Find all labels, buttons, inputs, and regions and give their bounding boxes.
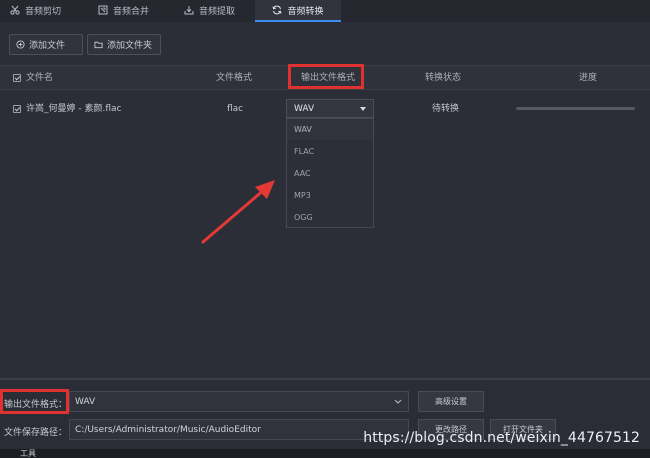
- progress-bar: [516, 107, 635, 110]
- option-mp3[interactable]: MP3: [287, 185, 373, 206]
- taskbar-label: 工具: [20, 449, 36, 458]
- caret-down-icon: [360, 106, 366, 111]
- convert-icon: [273, 5, 282, 15]
- select-all-checkbox[interactable]: [13, 74, 21, 82]
- tab-label: 音频合并: [113, 6, 150, 17]
- scissors-icon: [10, 5, 20, 15]
- option-wav[interactable]: WAV: [287, 119, 373, 140]
- bottom-output-format-select[interactable]: WAV: [69, 391, 409, 412]
- advanced-settings-button[interactable]: 高级设置: [418, 391, 484, 412]
- header-file-name: 文件名: [26, 73, 54, 83]
- output-format-dropdown: WAV FLAC AAC MP3 OGG: [286, 118, 374, 228]
- header-progress: 进度: [579, 73, 598, 83]
- watermark-text: https://blog.csdn.net/weixin_44767512: [363, 430, 640, 446]
- add-folder-label: 添加文件夹: [107, 41, 153, 51]
- highlight-box-output-format-label: [0, 389, 69, 414]
- highlight-box-output-format-header: [288, 64, 364, 89]
- chevron-down-icon: [394, 399, 402, 404]
- add-folder-button[interactable]: 添加文件夹: [87, 34, 161, 55]
- tab-label: 音频提取: [199, 6, 236, 17]
- add-file-button[interactable]: 添加文件: [9, 34, 83, 55]
- option-aac[interactable]: AAC: [287, 163, 373, 184]
- tab-audio-extract[interactable]: 音频提取: [184, 0, 254, 20]
- save-path-label: 文件保存路径：: [4, 428, 68, 438]
- extract-icon: [184, 6, 194, 15]
- output-format-value: WAV: [294, 103, 315, 114]
- tab-bar: 音频剪切 音频合并 音频提取 音频转换: [0, 0, 650, 22]
- tab-audio-merge[interactable]: 音频合并: [98, 0, 168, 20]
- tab-label: 音频剪切: [25, 6, 62, 17]
- row-checkbox[interactable]: [13, 105, 21, 113]
- plus-circle-icon: [16, 40, 25, 49]
- option-flac[interactable]: FLAC: [287, 141, 373, 162]
- tab-audio-cut[interactable]: 音频剪切: [10, 0, 80, 20]
- folder-icon: [94, 41, 103, 49]
- output-format-select[interactable]: WAV: [286, 99, 374, 118]
- row-status: 待转换: [432, 104, 460, 114]
- header-file-format: 文件格式: [216, 73, 253, 83]
- option-ogg[interactable]: OGG: [287, 207, 373, 228]
- header-convert-status: 转换状态: [425, 73, 462, 83]
- tab-audio-convert[interactable]: 音频转换: [255, 0, 341, 20]
- bottom-output-format-value: WAV: [75, 396, 96, 407]
- row-file-name: 许嵩_何曼婷 - 素颜.flac: [26, 104, 122, 114]
- merge-icon: [98, 5, 108, 15]
- save-path-input[interactable]: C:/Users/Administrator/Music/AudioEditor: [69, 419, 409, 440]
- taskbar: [0, 449, 650, 458]
- row-file-format: flac: [227, 104, 244, 114]
- active-tab-indicator: [255, 20, 341, 22]
- annotation-arrow-icon: [201, 180, 275, 244]
- add-file-label: 添加文件: [29, 41, 66, 51]
- tab-label: 音频转换: [287, 6, 324, 17]
